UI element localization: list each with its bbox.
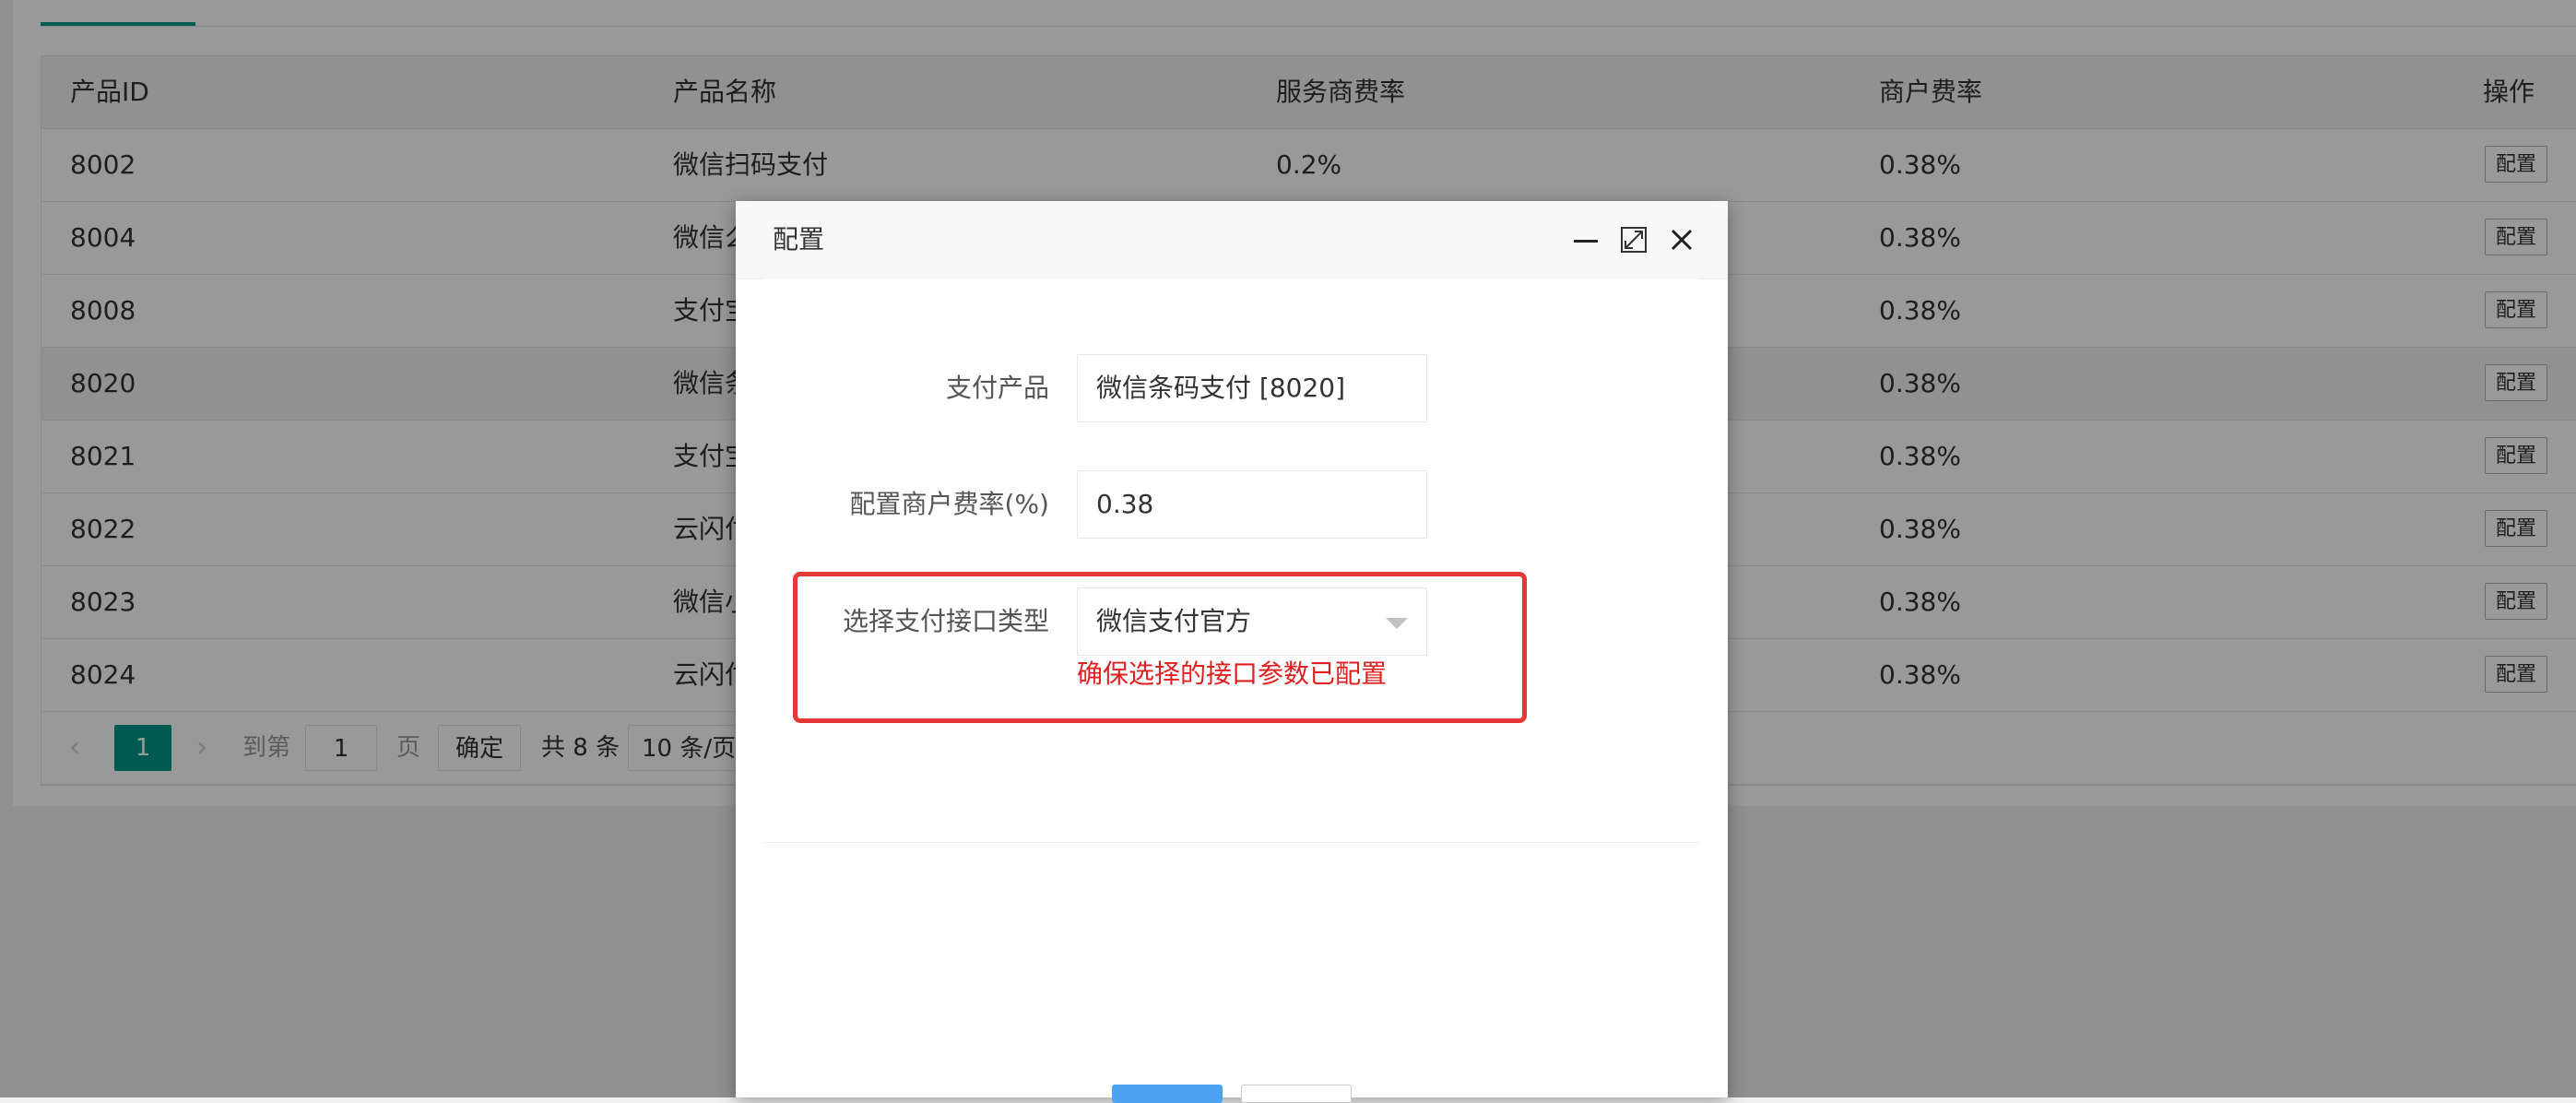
maximize-icon[interactable] — [1617, 223, 1650, 256]
close-icon[interactable] — [1665, 223, 1698, 256]
minimize-icon[interactable] — [1569, 223, 1602, 256]
product-field[interactable]: 微信条码支付 [8020] — [1077, 354, 1427, 422]
dialog-header: 配置 — [736, 201, 1728, 279]
merchant-rate-label: 配置商户费率(%) — [849, 489, 1049, 519]
product-label: 支付产品 — [945, 373, 1049, 403]
merchant-rate-input[interactable]: 0.38 — [1077, 470, 1427, 539]
cancel-button[interactable] — [1241, 1085, 1352, 1103]
confirm-button[interactable] — [1112, 1085, 1223, 1103]
highlight-annotation — [793, 572, 1527, 723]
dialog-title: 配置 — [773, 224, 825, 255]
